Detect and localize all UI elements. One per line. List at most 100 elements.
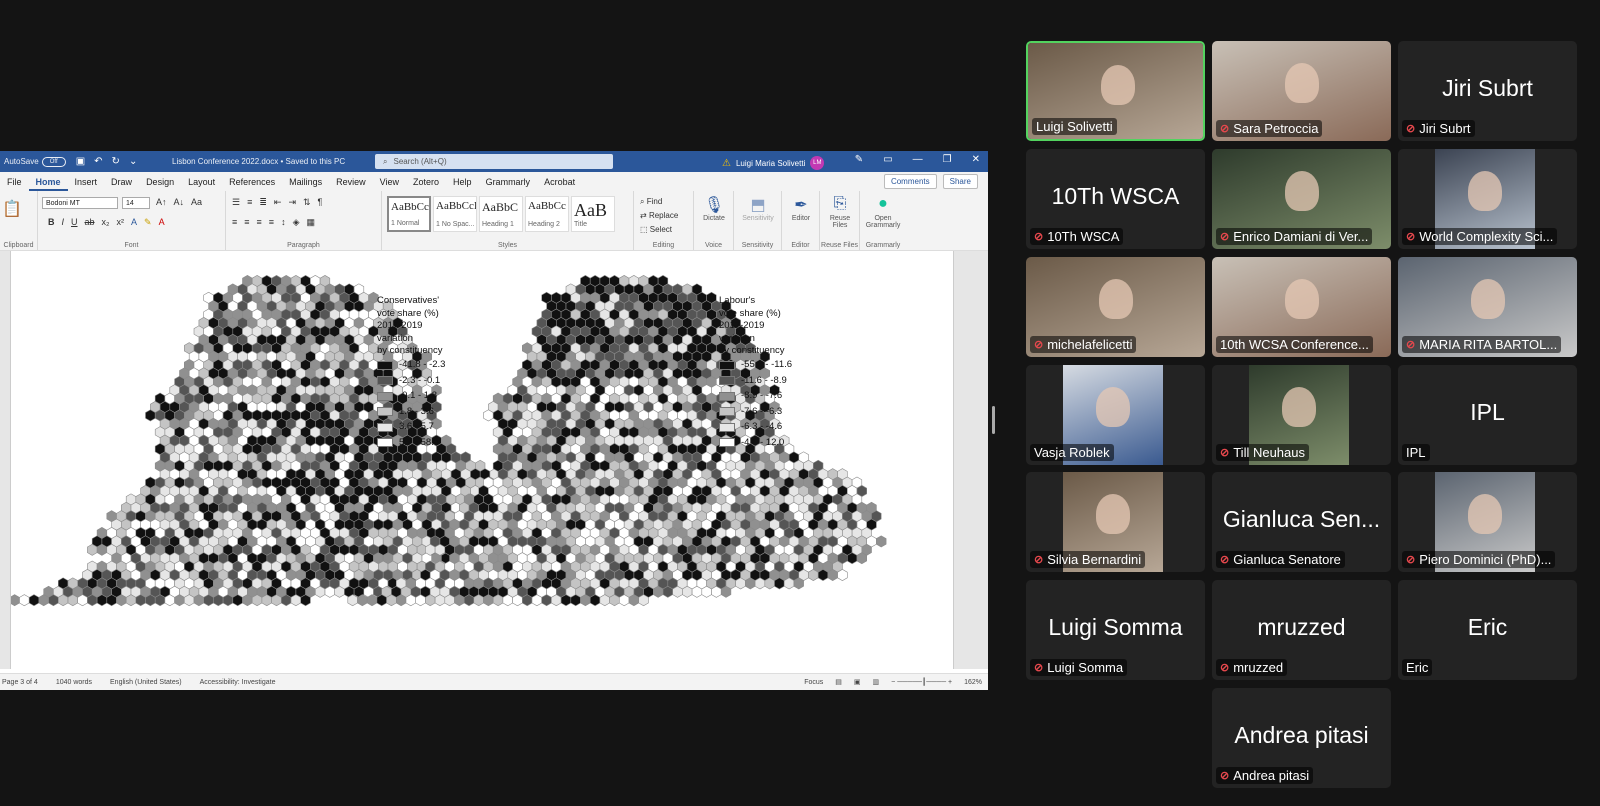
participant-tile[interactable]: 10Th WSCA ⊘ 10Th WSCA: [1026, 149, 1205, 249]
participant-tile[interactable]: ⊘ Till Neuhaus: [1212, 365, 1391, 465]
font-name-select[interactable]: Bodoni MT: [42, 197, 118, 209]
panel-divider-handle[interactable]: [992, 406, 995, 434]
tab-grammarly[interactable]: Grammarly: [479, 177, 538, 191]
select-button[interactable]: ⬚ Select: [640, 223, 678, 237]
align-right-icon[interactable]: ≡: [257, 217, 262, 228]
tab-acrobat[interactable]: Acrobat: [537, 177, 582, 191]
superscript-icon[interactable]: x²: [117, 217, 125, 228]
document-page[interactable]: Conservatives' vote share (%) 2017-2019 var…: [10, 251, 954, 669]
text-effects-icon[interactable]: A: [131, 217, 137, 228]
accessibility-status[interactable]: Accessibility: Investigate: [200, 679, 276, 686]
participant-tile[interactable]: Luigi Solivetti: [1026, 41, 1205, 141]
share-button[interactable]: Share: [942, 174, 978, 189]
tab-mailings[interactable]: Mailings: [282, 177, 329, 191]
ribbon-display-icon[interactable]: ▭: [883, 154, 892, 165]
borders-icon[interactable]: ▦: [306, 217, 315, 228]
participant-tile[interactable]: Gianluca Sen... ⊘ Gianluca Senatore: [1212, 472, 1391, 572]
tab-file[interactable]: File: [0, 177, 29, 191]
multilevel-icon[interactable]: ≣: [259, 197, 267, 208]
focus-button[interactable]: Focus: [804, 679, 823, 686]
participant-tile[interactable]: ⊘ Piero Dominici (PhD)...: [1398, 472, 1577, 572]
page-count[interactable]: Page 3 of 4: [2, 679, 38, 686]
print-layout-icon[interactable]: ▣: [854, 678, 861, 686]
change-case-icon[interactable]: Aa: [191, 197, 202, 207]
tab-home[interactable]: Home: [28, 177, 68, 191]
participant-tile[interactable]: ⊘ MARIA RITA BARTOL...: [1398, 257, 1577, 357]
subscript-icon[interactable]: x₂: [102, 217, 110, 228]
align-center-icon[interactable]: ≡: [244, 217, 249, 228]
justify-icon[interactable]: ≡: [269, 217, 274, 228]
minimize-icon[interactable]: —: [913, 154, 923, 165]
user-account[interactable]: ⚠ Luigi Maria Solivetti LM: [722, 156, 825, 170]
undo-icon[interactable]: ↶: [94, 156, 102, 167]
replace-button[interactable]: ⇄ Replace: [640, 209, 678, 223]
find-button[interactable]: ⌕ Find: [640, 195, 678, 209]
increase-indent-icon[interactable]: ⇥: [288, 197, 296, 208]
participant-tile[interactable]: Luigi Somma ⊘ Luigi Somma: [1026, 580, 1205, 680]
autosave-toggle[interactable]: AutoSave Off: [4, 156, 66, 167]
participant-tile[interactable]: ⊘ Sara Petroccia: [1212, 41, 1391, 141]
save-icon[interactable]: ▣: [76, 156, 85, 167]
participant-tile[interactable]: Eric Eric: [1398, 580, 1577, 680]
underline-icon[interactable]: U: [71, 217, 78, 228]
tab-references[interactable]: References: [222, 177, 282, 191]
shading-icon[interactable]: ◈: [293, 217, 300, 228]
align-left-icon[interactable]: ≡: [232, 217, 237, 228]
participant-tile[interactable]: IPL IPL: [1398, 365, 1577, 465]
tab-draw[interactable]: Draw: [104, 177, 139, 191]
participant-tile[interactable]: ⊘ Silvia Bernardini: [1026, 472, 1205, 572]
redo-icon[interactable]: ↻: [112, 156, 120, 167]
restore-icon[interactable]: ❐: [943, 154, 952, 165]
tab-insert[interactable]: Insert: [68, 177, 105, 191]
read-mode-icon[interactable]: ▤: [835, 678, 842, 686]
participant-tile[interactable]: ⊘ michelafelicetti: [1026, 257, 1205, 357]
shrink-font-icon[interactable]: A↓: [174, 197, 185, 207]
grow-font-icon[interactable]: A↑: [156, 197, 167, 207]
word-count[interactable]: 1040 words: [56, 679, 92, 686]
language[interactable]: English (United States): [110, 679, 182, 686]
pen-icon[interactable]: ✎: [855, 154, 863, 165]
font-size-select[interactable]: 14: [122, 197, 150, 209]
italic-icon[interactable]: I: [62, 217, 65, 228]
autosave-state[interactable]: Off: [41, 156, 66, 167]
decrease-indent-icon[interactable]: ⇤: [274, 197, 282, 208]
tab-help[interactable]: Help: [446, 177, 479, 191]
editor-button[interactable]: ✒ Editor: [784, 195, 818, 222]
search-input[interactable]: ⌕ Search (Alt+Q): [375, 154, 613, 169]
numbering-icon[interactable]: ≡: [247, 197, 252, 208]
reuse-files-button[interactable]: ⎘ Reuse Files: [823, 195, 857, 229]
paste-icon[interactable]: 📋: [2, 199, 22, 219]
style-4[interactable]: AaB Title: [571, 196, 615, 232]
zoom-level[interactable]: 162%: [964, 679, 982, 686]
bold-icon[interactable]: B: [48, 217, 55, 228]
highlight-icon[interactable]: ✎: [144, 217, 152, 228]
tab-design[interactable]: Design: [139, 177, 181, 191]
line-spacing-icon[interactable]: ↕: [281, 217, 286, 228]
tab-layout[interactable]: Layout: [181, 177, 222, 191]
sensitivity-button[interactable]: ⬒ Sensitivity: [741, 195, 775, 222]
bullets-icon[interactable]: ☰: [232, 197, 240, 208]
participant-tile[interactable]: mruzzed ⊘ mruzzed: [1212, 580, 1391, 680]
participant-tile[interactable]: ⊘ Enrico Damiani di Ver...: [1212, 149, 1391, 249]
tab-view[interactable]: View: [373, 177, 406, 191]
zoom-slider[interactable]: − ─────┃──── +: [891, 678, 952, 686]
customize-icon[interactable]: ⌄: [129, 156, 137, 167]
style-3[interactable]: AaBbCc Heading 2: [525, 196, 569, 232]
close-icon[interactable]: ✕: [972, 154, 980, 165]
participant-tile[interactable]: 10th WCSA Conference...: [1212, 257, 1391, 357]
participant-tile[interactable]: ⊘ World Complexity Sci...: [1398, 149, 1577, 249]
avatar[interactable]: LM: [810, 156, 825, 170]
tab-zotero[interactable]: Zotero: [406, 177, 446, 191]
participant-tile[interactable]: Vasja Roblek: [1026, 365, 1205, 465]
pilcrow-icon[interactable]: ¶: [318, 197, 323, 208]
sort-icon[interactable]: ⇅: [303, 197, 311, 208]
participant-tile[interactable]: Jiri Subrt ⊘ Jiri Subrt: [1398, 41, 1577, 141]
participant-tile[interactable]: Andrea pitasi ⊘ Andrea pitasi: [1212, 688, 1391, 788]
comments-button[interactable]: Comments: [883, 174, 937, 189]
strikethrough-icon[interactable]: ab: [85, 217, 95, 228]
style-2[interactable]: AaBbC Heading 1: [479, 196, 523, 232]
web-layout-icon[interactable]: ▥: [873, 678, 880, 686]
dictate-button[interactable]: 🎙 Dictate: [697, 195, 731, 222]
open-grammarly-button[interactable]: ● Open Grammarly: [866, 195, 901, 229]
style-1[interactable]: AaBbCcI 1 No Spac...: [433, 196, 477, 232]
